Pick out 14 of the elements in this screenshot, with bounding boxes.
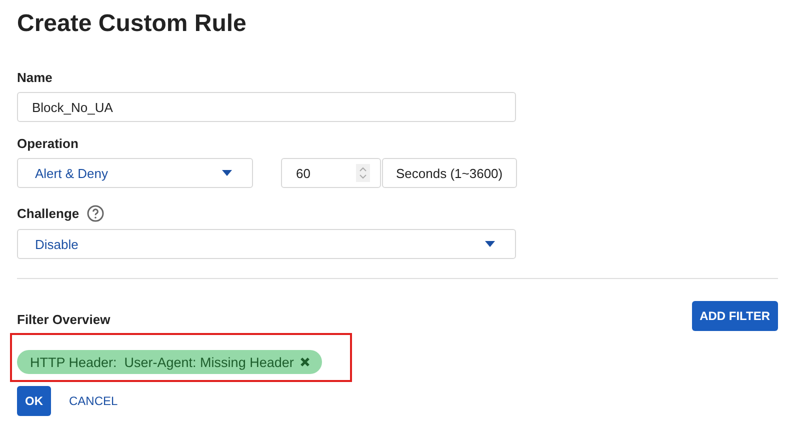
unit-label: Seconds (1~3600) <box>382 158 517 188</box>
operation-dropdown[interactable]: Alert & Deny <box>17 158 253 188</box>
add-filter-button[interactable]: ADD FILTER <box>692 301 778 331</box>
section-label: Filter Overview <box>17 312 110 326</box>
challenge-dropdown[interactable]: Disable <box>17 229 516 259</box>
field-label: Name <box>17 70 54 85</box>
ok-button[interactable]: OK <box>17 386 51 416</box>
field-label: Challenge <box>17 206 80 221</box>
duration-field[interactable]: 60 <box>281 158 381 188</box>
name-field[interactable]: Block_No_UA <box>17 92 516 122</box>
field-label: Operation <box>17 136 80 151</box>
page-title: Create Custom Rule <box>17 9 248 39</box>
filter-text: HTTP Header: User-Agent: Missing Header <box>30 354 294 370</box>
cancel-button[interactable]: CANCEL <box>69 394 118 408</box>
